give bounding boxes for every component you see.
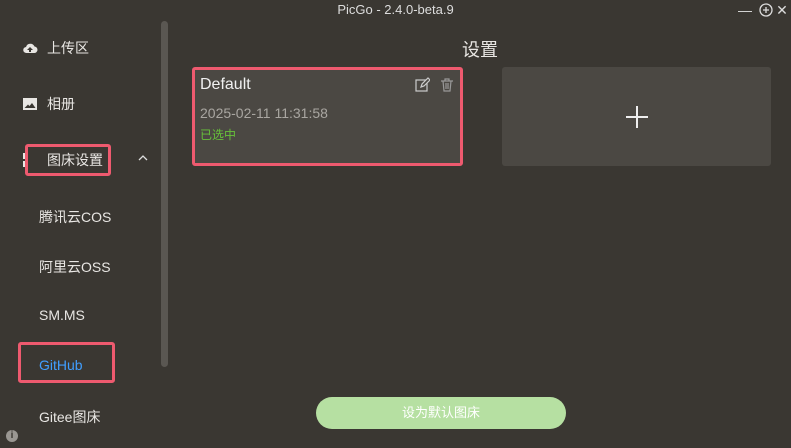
highlight-picbed-settings (25, 144, 111, 176)
sidebar-item-upload[interactable]: 上传区 (22, 36, 89, 60)
title-bar: PicGo - 2.4.0-beta.9 (0, 0, 791, 20)
sidebar-item-label: 上传区 (47, 40, 89, 56)
chevron-up-icon[interactable] (138, 153, 148, 163)
upload-cloud-icon (23, 43, 38, 54)
sidebar-item-label: 相册 (47, 96, 75, 112)
sidebar-item-tencent-cos[interactable]: 腾讯云COS (39, 207, 111, 227)
sidebar-item-gitee[interactable]: Gitee图床 (39, 407, 100, 427)
window-title: PicGo - 2.4.0-beta.9 (337, 2, 454, 17)
sidebar-item-smms[interactable]: SM.MS (39, 307, 85, 323)
highlight-github (18, 342, 115, 383)
close-icon[interactable]: ✕ (772, 0, 791, 20)
sidebar-scrollbar[interactable] (161, 21, 168, 367)
plus-icon (626, 106, 648, 128)
set-default-button[interactable]: 设为默认图床 (316, 397, 566, 429)
sidebar (0, 20, 170, 448)
image-icon (23, 98, 37, 110)
minimize-icon[interactable]: — (735, 0, 755, 20)
highlight-config-card (192, 67, 463, 166)
info-icon[interactable]: i (6, 430, 18, 442)
page-title: 设置 (462, 40, 498, 60)
sidebar-item-gallery[interactable]: 相册 (22, 92, 75, 116)
sidebar-item-aliyun-oss[interactable]: 阿里云OSS (39, 257, 111, 277)
